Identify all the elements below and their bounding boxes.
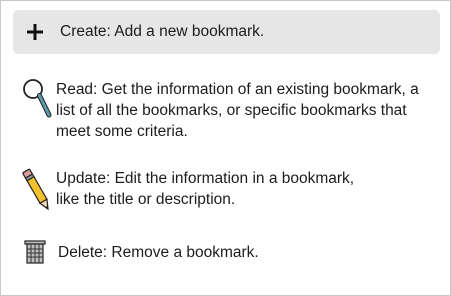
create-item[interactable]: Create: Add a new bookmark. bbox=[13, 10, 440, 54]
delete-item-label: Delete: Remove a bookmark. bbox=[58, 243, 259, 261]
update-item-label: Update: Edit the information in a bookma… bbox=[56, 170, 355, 208]
read-item[interactable]: Read: Get the information of an existing… bbox=[13, 79, 440, 142]
magnifier-icon bbox=[22, 79, 56, 119]
read-item-label: Read: Get the information of an existing… bbox=[56, 81, 419, 140]
trash-can-icon bbox=[24, 239, 58, 265]
plus-icon bbox=[26, 23, 60, 41]
create-item-label: Create: Add a new bookmark. bbox=[60, 23, 265, 40]
crud-operations-panel: Create: Add a new bookmark. Read: Get th… bbox=[0, 0, 451, 296]
pencil-icon bbox=[22, 166, 56, 214]
update-item[interactable]: Update: Edit the information in a bookma… bbox=[13, 168, 440, 214]
delete-item[interactable]: Delete: Remove a bookmark. bbox=[13, 239, 440, 265]
